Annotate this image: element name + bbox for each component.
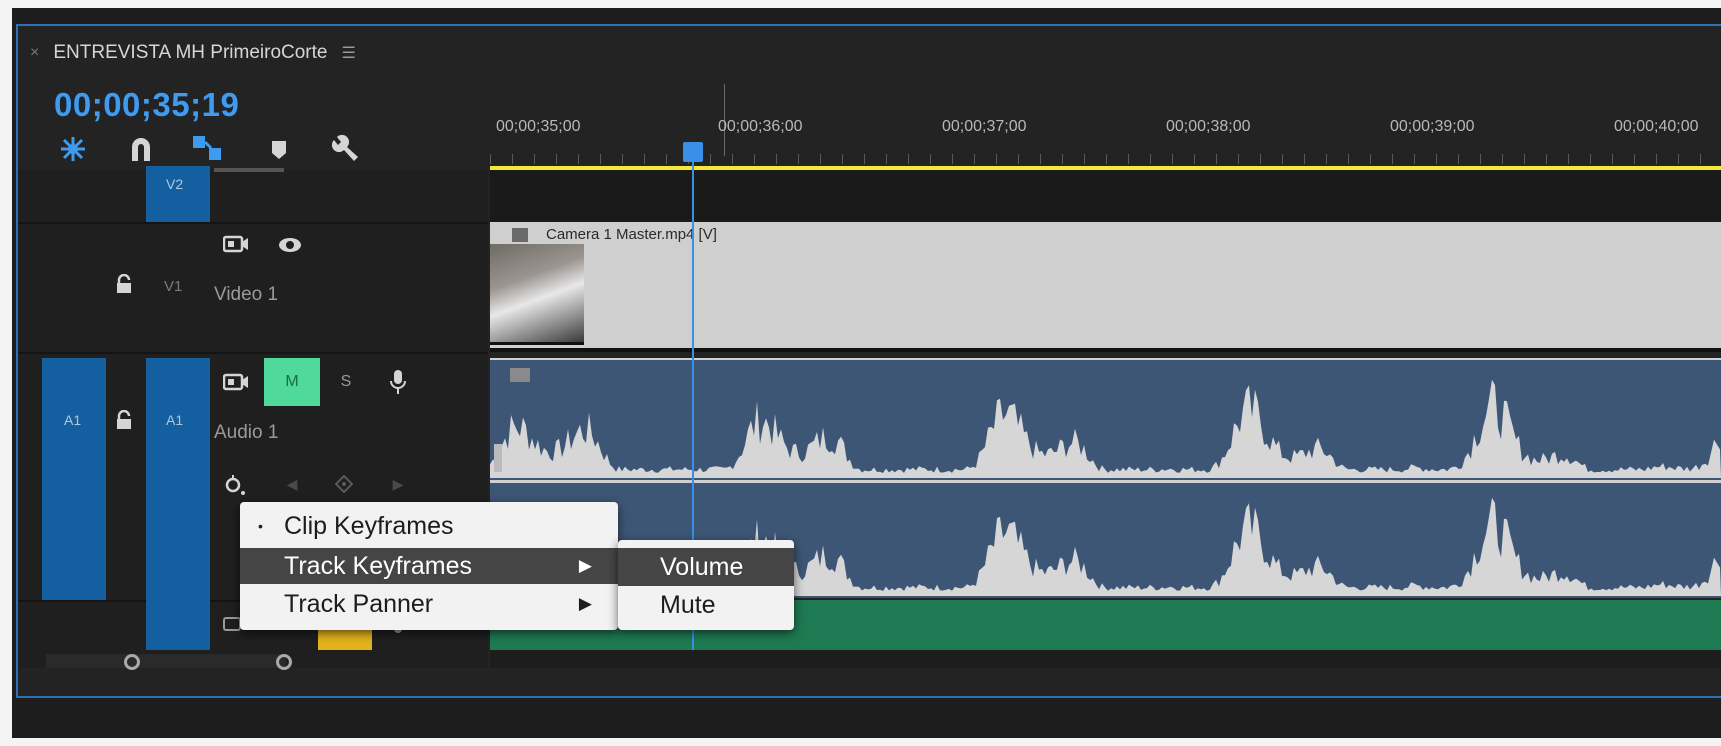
- track-name-v1: Video 1: [214, 284, 279, 305]
- clip-thumbnail: [490, 244, 584, 345]
- previous-keyframe-icon[interactable]: ◀: [284, 476, 300, 492]
- track-divider: [18, 352, 488, 354]
- voice-over-record-icon[interactable]: [386, 368, 410, 396]
- zoom-handle-left[interactable]: [124, 654, 140, 670]
- ruler-tick-label: 00;00;36;00: [718, 118, 803, 135]
- track-divider: [18, 222, 488, 224]
- sync-lock-icon[interactable]: [222, 232, 250, 256]
- zoom-scrollbar[interactable]: [46, 654, 286, 668]
- track-name-v2: [214, 168, 284, 172]
- sequence-tab[interactable]: × ENTREVISTA MH PrimeiroCorte ☰: [30, 40, 356, 66]
- zoom-handle-right[interactable]: [276, 654, 292, 670]
- ruler-tick-label: 00;00;39;00: [1390, 118, 1475, 135]
- nest-icon[interactable]: [56, 132, 90, 166]
- panel-menu-icon[interactable]: ☰: [341, 43, 355, 63]
- show-keyframes-icon[interactable]: [222, 472, 248, 498]
- submenu-item-label: Volume: [660, 552, 744, 581]
- ruler-tick-label: 00;00;37;00: [942, 118, 1027, 135]
- playhead-handle[interactable]: [683, 142, 703, 162]
- submenu-arrow-icon: ▶: [578, 556, 592, 575]
- submenu-item-mute[interactable]: Mute: [618, 586, 794, 624]
- ruler-tick-label: 00;00;40;00: [1614, 118, 1699, 135]
- track-target-label: V2: [166, 176, 184, 192]
- ruler-tick-label: 00;00;35;00: [496, 118, 581, 135]
- ruler-tick-label: 00;00;38;00: [1166, 118, 1251, 135]
- submenu-item-label: Mute: [660, 590, 716, 619]
- next-keyframe-icon[interactable]: ▶: [390, 476, 406, 492]
- solo-button[interactable]: S: [334, 370, 358, 394]
- track-source-a1[interactable]: A1: [42, 358, 106, 600]
- linked-selection-icon[interactable]: [190, 132, 224, 166]
- track-target-a1[interactable]: A1: [146, 358, 210, 650]
- menu-item-label: Track Panner: [284, 589, 434, 618]
- submenu: Volume Mute: [618, 540, 794, 630]
- ruler-ticks: [490, 154, 1721, 164]
- clip-start-marker: [494, 444, 502, 472]
- eye-icon[interactable]: [276, 234, 304, 256]
- time-ruler[interactable]: [490, 78, 1721, 166]
- menu-item-clip-keyframes[interactable]: • Clip Keyframes: [240, 508, 618, 544]
- track-source-label: A1: [64, 412, 82, 428]
- menu-item-track-keyframes[interactable]: Track Keyframes ▶: [240, 548, 618, 584]
- playhead-timecode[interactable]: 00;00;35;19: [54, 86, 239, 124]
- submenu-item-volume[interactable]: Volume: [618, 548, 794, 586]
- snap-magnet-icon[interactable]: [124, 132, 158, 166]
- track-source-label-v1[interactable]: V1: [164, 278, 182, 295]
- add-keyframe-icon[interactable]: [334, 474, 354, 494]
- track-target-v2[interactable]: V2: [146, 166, 210, 222]
- track-v2-area[interactable]: [490, 170, 1721, 222]
- fx-badge-icon: [512, 228, 528, 242]
- timeline-bottom-bar: [490, 650, 1721, 668]
- track-target-label: A1: [166, 412, 184, 428]
- sequence-name: ENTREVISTA MH PrimeiroCorte: [53, 42, 328, 63]
- add-marker-icon[interactable]: [262, 132, 296, 166]
- menu-item-track-panner[interactable]: Track Panner ▶: [240, 586, 618, 622]
- lock-icon[interactable]: [112, 272, 136, 296]
- mute-button[interactable]: M: [264, 358, 320, 406]
- lock-icon[interactable]: [112, 408, 136, 432]
- menu-item-label: Track Keyframes: [284, 551, 473, 580]
- wrench-settings-icon[interactable]: [328, 132, 362, 166]
- track-name-a1: Audio 1: [214, 422, 279, 443]
- context-menu: • Clip Keyframes Track Keyframes ▶ Track…: [240, 502, 618, 630]
- sync-lock-icon[interactable]: [222, 370, 250, 394]
- submenu-arrow-icon: ▶: [578, 594, 592, 613]
- checked-bullet-icon: •: [258, 518, 263, 534]
- menu-item-label: Clip Keyframes: [284, 511, 454, 540]
- clip-bottom-edge: [490, 348, 1721, 352]
- close-tab-icon[interactable]: ×: [30, 44, 39, 62]
